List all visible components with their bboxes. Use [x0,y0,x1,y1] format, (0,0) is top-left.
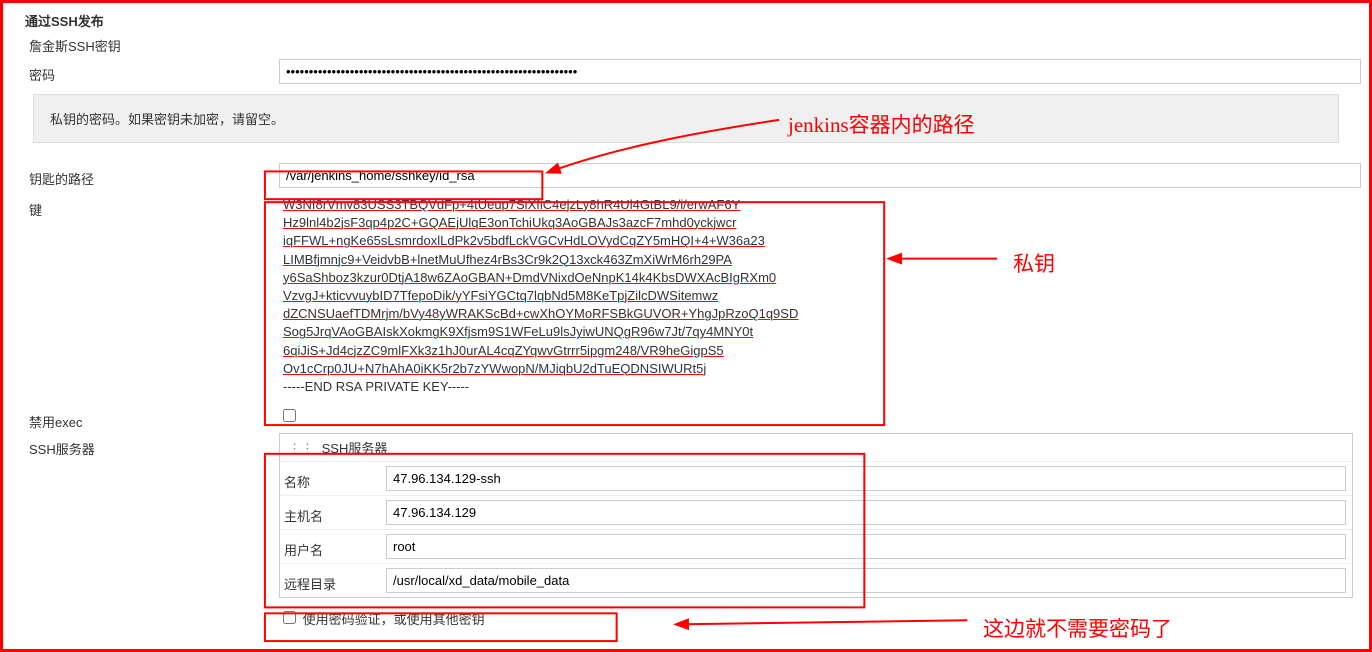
disable-exec-label: 禁用exec [29,406,279,431]
ssh-server-header: SSH服务器 [322,441,388,456]
ssh-servers-label: SSH服务器 [29,433,279,458]
password-input[interactable] [279,59,1361,84]
disable-exec-checkbox[interactable] [283,409,296,422]
ssh-user-label: 用户名 [284,534,384,559]
ssh-server-block: ⋮⋮ SSH服务器 名称 主机名 用户名 远程目录 [279,433,1353,598]
use-password-auth-label: 使用密码验证，或使用其他密钥 [303,612,485,627]
keypath-label: 钥匙的路径 [29,163,279,188]
password-label: 密码 [29,59,279,84]
ssh-name-input[interactable] [386,466,1346,491]
section-title: 通过SSH发布 [3,3,1369,34]
ssh-host-input[interactable] [386,500,1346,525]
ssh-host-label: 主机名 [284,500,384,525]
ssh-dir-label: 远程目录 [284,568,384,593]
use-password-auth-row[interactable]: 使用密码验证，或使用其他密钥 [279,612,485,627]
ssh-dir-input[interactable] [386,568,1346,593]
key-label: 键 [29,194,279,219]
sub-title: 詹金斯SSH密钥 [3,34,1369,55]
keypath-input[interactable] [279,163,1361,188]
key-textarea[interactable]: W3Nf8rVmv83USS3TBQVdFp+4tUeup7SiXfiC4ejz… [279,194,1361,398]
drag-handle-icon[interactable]: ⋮⋮ [288,441,314,456]
ssh-name-label: 名称 [284,466,384,491]
use-password-auth-checkbox[interactable] [283,611,296,624]
ssh-user-input[interactable] [386,534,1346,559]
password-help-box: 私钥的密码。如果密钥未加密，请留空。 [33,94,1339,143]
